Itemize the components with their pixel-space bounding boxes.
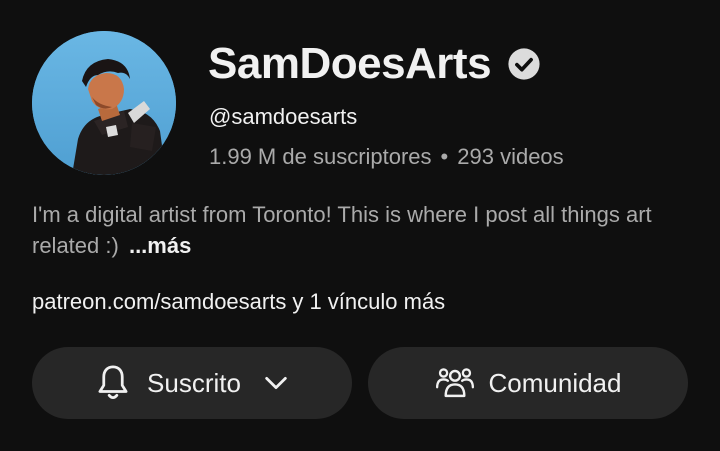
chevron-down-icon xyxy=(261,368,291,398)
people-icon xyxy=(435,363,475,403)
description-text: I'm a digital artist from Toronto! This … xyxy=(32,202,652,258)
patreon-link[interactable]: patreon.com/samdoesarts xyxy=(32,289,286,315)
channel-avatar[interactable] xyxy=(32,31,176,175)
verified-badge-icon xyxy=(507,47,541,81)
video-count: 293 videos xyxy=(457,144,564,169)
description-more-link[interactable]: ...más xyxy=(129,233,191,258)
more-links-label[interactable]: y 1 vínculo más xyxy=(292,289,445,315)
channel-stats: 1.99 M de suscriptores • 293 videos xyxy=(209,144,564,170)
subscriber-count: 1.99 M de suscriptores xyxy=(209,144,432,169)
channel-handle: @samdoesarts xyxy=(209,104,358,129)
channel-links[interactable]: patreon.com/samdoesarts y 1 vínculo más xyxy=(32,289,445,315)
community-label: Comunidad xyxy=(488,367,622,398)
bell-icon xyxy=(93,363,133,403)
channel-name: SamDoesArts xyxy=(208,39,492,88)
subscribed-button[interactable]: Suscrito xyxy=(32,347,352,419)
channel-title-row: SamDoesArts xyxy=(208,34,541,94)
subscribed-label: Suscrito xyxy=(147,367,241,398)
channel-header: SamDoesArts @samdoesarts 1.99 M de suscr… xyxy=(0,0,720,451)
community-button[interactable]: Comunidad xyxy=(368,347,688,419)
channel-description[interactable]: I'm a digital artist from Toronto! This … xyxy=(32,199,672,261)
avatar-image xyxy=(32,31,176,175)
stats-separator: • xyxy=(440,144,449,169)
